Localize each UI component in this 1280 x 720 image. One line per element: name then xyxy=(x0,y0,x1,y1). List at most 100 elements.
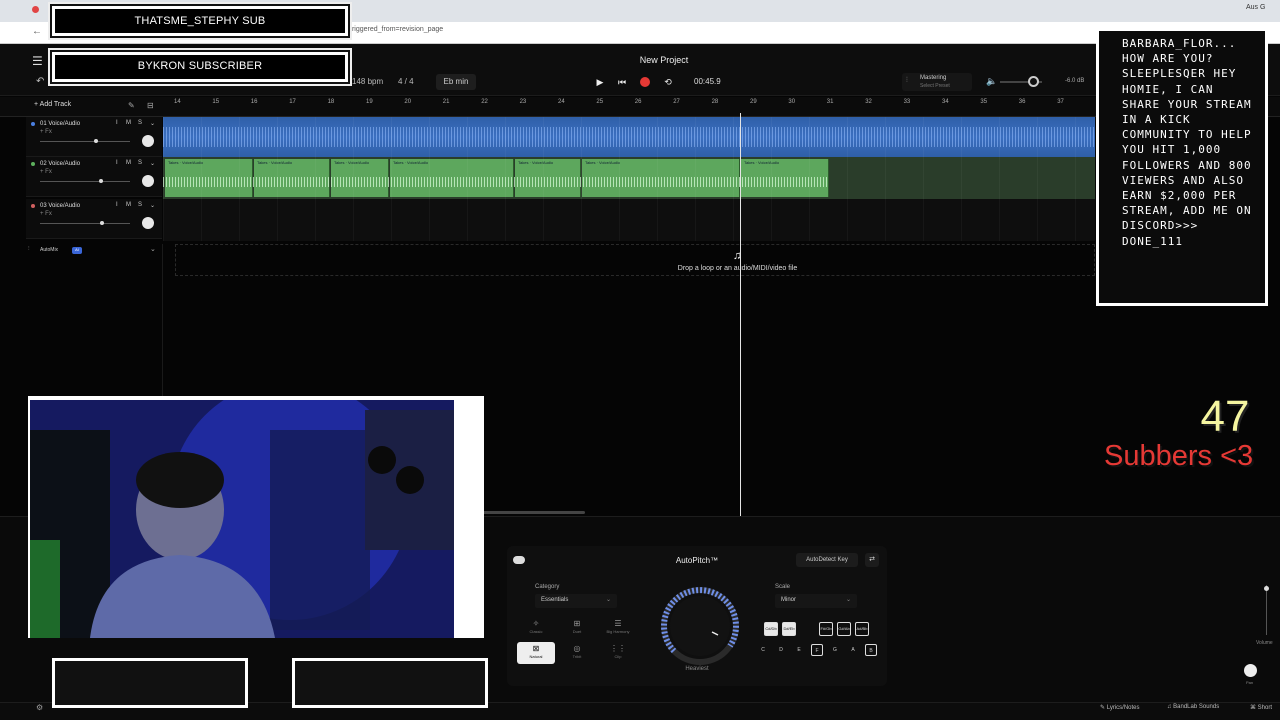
scale-select[interactable]: Minor ⌄ xyxy=(775,594,857,608)
key-b[interactable]: B xyxy=(865,644,877,656)
key-e[interactable]: E xyxy=(793,644,805,656)
track-fx-button[interactable]: + Fx xyxy=(40,129,52,135)
ruler-tick: 21 xyxy=(442,99,450,105)
style-clip[interactable]: ⋮⋮ Clip xyxy=(599,642,637,664)
mute-icon[interactable]: I xyxy=(116,120,118,126)
track-volume-handle[interactable] xyxy=(99,179,103,183)
chevron-down-icon[interactable]: ⌄ xyxy=(150,202,155,209)
url-text[interactable]: triggered_from=revision_page xyxy=(350,26,443,33)
mute-button[interactable]: M xyxy=(126,120,131,126)
chevron-down-icon[interactable]: ⌄ xyxy=(150,120,155,127)
menu-icon[interactable]: ☰ xyxy=(32,54,43,68)
time-signature[interactable]: 4 / 4 xyxy=(398,77,414,86)
undo-icon[interactable]: ↶ xyxy=(36,76,44,87)
fx-volume-slider[interactable] xyxy=(1266,585,1267,635)
key-f-sharp[interactable]: F#/Gb xyxy=(819,622,833,636)
key-c[interactable]: C xyxy=(757,644,769,656)
mastering-button[interactable]: ⫶ Mastering Select Preset xyxy=(902,73,972,91)
gear-icon[interactable]: ⚙ xyxy=(36,703,43,712)
automix-label: AutoMix xyxy=(40,247,59,253)
clip-label: Takes · Voice/Audio xyxy=(393,160,429,165)
master-volume-handle[interactable] xyxy=(1028,76,1039,87)
track-pan-knob[interactable] xyxy=(142,135,154,147)
style-duet[interactable]: ⊞ Duet xyxy=(558,617,596,639)
project-title[interactable]: New Project xyxy=(620,55,708,65)
track-volume-slider[interactable] xyxy=(40,141,130,142)
ruler-tick: 33 xyxy=(903,99,911,105)
style-big-harmony[interactable]: ☰ Big Harmony xyxy=(599,617,637,639)
solo-button[interactable]: S xyxy=(138,120,142,126)
playhead[interactable] xyxy=(740,113,741,516)
track-header-2[interactable]: 02 Voice/Audio + Fx I M S ⌄ xyxy=(26,157,162,197)
shortcuts-button[interactable]: ⌘ Short xyxy=(1250,704,1272,711)
style-icon: ⋮⋮ xyxy=(610,644,626,653)
lyrics-notes-button[interactable]: ✎ Lyrics/Notes xyxy=(1100,704,1140,711)
key-selector[interactable]: Eb min xyxy=(436,74,476,90)
key-d[interactable]: D xyxy=(775,644,787,656)
sounds-label: BandLab Sounds xyxy=(1173,704,1220,710)
track-name[interactable]: 02 Voice/Audio xyxy=(40,161,80,167)
chevron-down-icon[interactable]: ⌄ xyxy=(150,245,156,253)
chevron-down-icon: ⌄ xyxy=(845,597,851,603)
back-arrow-icon[interactable]: ← xyxy=(32,26,42,37)
key-g-sharp[interactable]: G#/Ab xyxy=(837,622,851,636)
bandlab-sounds-button[interactable]: ♫ BandLab Sounds xyxy=(1167,704,1219,710)
style-tribit[interactable]: ◎ Tribit xyxy=(558,642,596,664)
record-button[interactable] xyxy=(640,77,650,87)
loop-icon[interactable]: ⟲ xyxy=(660,74,676,90)
category-select[interactable]: Essentials ⌄ xyxy=(535,594,617,608)
track-3-lane[interactable] xyxy=(163,199,1095,241)
intensity-dial[interactable] xyxy=(656,586,746,666)
ruler-tick: 19 xyxy=(366,99,373,105)
key-f[interactable]: F xyxy=(811,644,823,656)
track-header-3[interactable]: 03 Voice/Audio + Fx I M S ⌄ xyxy=(26,199,162,239)
ruler-tick: 27 xyxy=(673,99,680,105)
key-a-sharp[interactable]: A#/Bb xyxy=(855,622,869,636)
key-d-sharp[interactable]: D#/Eb xyxy=(782,622,796,636)
autodetect-key-button[interactable]: AutoDetect Key xyxy=(796,553,858,567)
track-volume-handle[interactable] xyxy=(94,139,98,143)
solo-button[interactable]: S xyxy=(138,160,142,166)
autopitch-toggle[interactable] xyxy=(513,556,525,564)
track-name[interactable]: 01 Voice/Audio xyxy=(40,121,80,127)
fx-volume-handle[interactable] xyxy=(1264,586,1269,591)
add-track-button[interactable]: + Add Track xyxy=(34,101,71,108)
track-volume-slider[interactable] xyxy=(40,181,130,182)
settings-sliders-icon[interactable]: ⇄ xyxy=(865,553,879,567)
track-fx-button[interactable]: + Fx xyxy=(40,211,52,217)
fx-pan-knob[interactable] xyxy=(1244,664,1257,677)
clip-label: Takes · Voice/Audio xyxy=(518,160,554,165)
track-volume-handle[interactable] xyxy=(100,221,104,225)
track-name[interactable]: 03 Voice/Audio xyxy=(40,203,80,209)
track-pan-knob[interactable] xyxy=(142,175,154,187)
mute-button[interactable]: M xyxy=(126,202,131,208)
track-fx-button[interactable]: + Fx xyxy=(40,169,52,175)
key-a[interactable]: A xyxy=(847,644,859,656)
style-label: Clip xyxy=(614,654,622,659)
play-icon[interactable]: ▶ xyxy=(592,74,608,90)
speaker-icon[interactable]: 🔈 xyxy=(986,76,997,87)
solo-button[interactable]: S xyxy=(138,202,142,208)
automix-row[interactable]: ⫶ AutoMix AI ⌄ xyxy=(26,244,162,258)
grid-icon[interactable]: ⊟ xyxy=(147,101,154,110)
key-g[interactable]: G xyxy=(829,644,841,656)
chevron-down-icon[interactable]: ⌄ xyxy=(150,160,155,167)
mute-icon[interactable]: I xyxy=(116,202,118,208)
tempo-display[interactable]: 148 bpm xyxy=(352,77,383,86)
ruler-tick: 23 xyxy=(519,99,527,105)
ruler-tick: 18 xyxy=(327,99,335,105)
skip-back-icon[interactable]: ⏮ xyxy=(614,74,630,90)
pencil-icon[interactable]: ✎ xyxy=(128,101,135,110)
mute-button[interactable]: M xyxy=(126,160,131,166)
mute-icon[interactable]: I xyxy=(116,160,118,166)
track-volume-slider[interactable] xyxy=(40,223,130,224)
key-c-sharp[interactable]: C#/Db xyxy=(764,622,778,636)
extension-badge[interactable]: Aus G xyxy=(1246,4,1265,11)
style-classic[interactable]: ✧ Classic xyxy=(517,617,555,639)
style-natural[interactable]: ⊠ Natural xyxy=(517,642,555,664)
track-pan-knob[interactable] xyxy=(142,217,154,229)
ruler-tick: 14 xyxy=(174,99,181,105)
close-window-icon[interactable] xyxy=(32,6,39,13)
ruler-tick: 30 xyxy=(788,99,796,105)
track-header-1[interactable]: 01 Voice/Audio + Fx I M S ⌄ xyxy=(26,117,162,157)
